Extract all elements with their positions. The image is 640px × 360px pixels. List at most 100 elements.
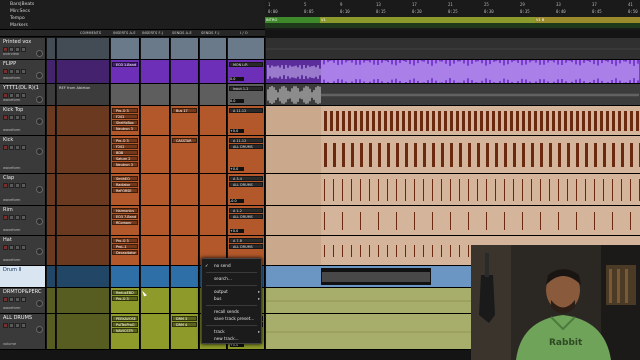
sends-cell[interactable]: Bus 17	[171, 106, 199, 135]
inserts-cell[interactable]: ReduxEBD Pro-Q 3	[111, 288, 140, 313]
inserts-cell[interactable]	[141, 136, 170, 173]
insert-slot[interactable]: EQ3 7-Band	[112, 214, 138, 219]
volume-readout[interactable]: 0.0	[230, 77, 244, 81]
input-monitor-button[interactable]	[9, 115, 14, 120]
mute-button[interactable]	[21, 183, 26, 188]
track-name[interactable]: Drum II	[3, 267, 21, 273]
comments-cell[interactable]	[57, 174, 110, 205]
track-name[interactable]: Printed vox	[3, 39, 31, 45]
send-slot[interactable]: DRM 3	[172, 316, 197, 321]
track-row[interactable]: YTTT1(DL R)(1 waveform REF from Ableton Inp…	[0, 84, 640, 106]
inserts-cell[interactable]	[111, 84, 140, 105]
inserts-cell[interactable]: EQ3 1-Band	[111, 60, 140, 83]
send-slot[interactable]: CASSTAR	[172, 138, 197, 143]
track-name[interactable]: Rim	[3, 207, 13, 213]
inserts-cell[interactable]: PEEKAVOSE PulTecProG NAVICSTR	[111, 314, 140, 349]
track-view-selector[interactable]: waveform	[3, 258, 20, 262]
track-lane[interactable]	[266, 136, 640, 174]
track-lane[interactable]	[266, 174, 640, 206]
input-monitor-button[interactable]	[9, 183, 14, 188]
track-name[interactable]: FLIPP	[3, 61, 16, 67]
solo-button[interactable]	[15, 297, 20, 302]
insert-slot[interactable]: PulTecProG	[112, 322, 138, 327]
insert-slot[interactable]: Neutron 3	[112, 126, 138, 131]
output-selector[interactable]: MON L/R	[229, 62, 263, 67]
record-button[interactable]	[3, 215, 8, 220]
pan-knob-icon[interactable]	[36, 50, 43, 57]
track-row[interactable]: Clap waveform SmthEQ Radiator ReFORSE A 3-4 AL…	[0, 174, 640, 206]
insert-slot[interactable]: ProL-1	[112, 244, 138, 249]
sends-cell[interactable]	[200, 38, 227, 59]
insert-slot[interactable]: NAVICSTR	[112, 328, 138, 333]
inserts-cell[interactable]	[141, 38, 170, 59]
send-slot[interactable]: DRM 4	[172, 322, 197, 327]
inserts-cell[interactable]: SmthEQ Radiator ReFORSE	[111, 174, 140, 205]
mute-button[interactable]	[21, 93, 26, 98]
track-name[interactable]: ALL DRUMS	[3, 315, 32, 321]
track-view-selector[interactable]: volume	[3, 342, 16, 346]
sends-cell[interactable]	[171, 266, 199, 287]
sends-cell[interactable]	[200, 136, 227, 173]
menu-item-track[interactable]: track ▸	[214, 329, 260, 334]
mute-button[interactable]	[21, 215, 26, 220]
track-view-selector[interactable]: waveform	[3, 306, 20, 310]
inserts-cell[interactable]	[141, 106, 170, 135]
record-button[interactable]	[3, 115, 8, 120]
inserts-cell[interactable]: Pro-Q 3 F202 ShelfixBox Neutron 3	[111, 106, 140, 135]
track-view-selector[interactable]: overview	[3, 52, 19, 56]
inserts-cell[interactable]	[111, 38, 140, 59]
comments-cell[interactable]	[57, 314, 110, 349]
track-lane[interactable]	[266, 206, 640, 236]
sends-cell[interactable]	[171, 236, 199, 265]
insert-slot[interactable]: Pro-Q 3	[112, 296, 138, 301]
comments-cell[interactable]	[57, 106, 110, 135]
sends-cell[interactable]	[171, 38, 199, 59]
pan-knob-icon[interactable]	[36, 148, 43, 155]
input-monitor-button[interactable]	[9, 323, 14, 328]
sends-cell[interactable]	[171, 206, 199, 235]
input-monitor-button[interactable]	[9, 69, 14, 74]
inserts-cell[interactable]	[141, 174, 170, 205]
track-view-selector[interactable]: waveform	[3, 198, 20, 202]
solo-button[interactable]	[15, 183, 20, 188]
input-monitor-button[interactable]	[9, 215, 14, 220]
record-button[interactable]	[3, 297, 8, 302]
output-selector[interactable]: A 3-4	[229, 176, 263, 181]
track-view-selector[interactable]: waveform	[3, 166, 20, 170]
inserts-cell[interactable]	[141, 314, 170, 349]
track-name-panel[interactable]: Hat waveform	[0, 236, 46, 265]
track-row[interactable]: Kick waveform Pro-Q 3 F202 BDB Saturn 2 Neutro…	[0, 136, 640, 174]
insert-slot[interactable]: Radiator	[112, 182, 138, 187]
insert-slot[interactable]: Harmonics	[112, 208, 138, 213]
track-name[interactable]: Clap	[3, 175, 14, 181]
pan-knob-icon[interactable]	[36, 72, 43, 79]
volume-readout[interactable]: 0.0	[230, 99, 244, 103]
inserts-cell[interactable]	[141, 60, 170, 83]
track-lane[interactable]	[266, 106, 640, 136]
track-name-panel[interactable]: FLIPP waveform	[0, 60, 46, 83]
insert-slot[interactable]: Neutron 3	[112, 162, 138, 167]
timeline-ruler[interactable]: 1 0:00 5 0:05 9 0:10 13 0:15 17 0:20 21 0:25 25 0:30 2…	[265, 0, 640, 30]
track-row[interactable]: Kick Top waveform Pro-Q 3 F202 ShelfixBox Neu…	[0, 106, 640, 136]
output-selector[interactable]: A 11-12	[229, 108, 263, 113]
record-button[interactable]	[3, 183, 8, 188]
sends-cell[interactable]: DRM 3 DRM 4	[171, 314, 199, 349]
menu-item-new-track[interactable]: new track...	[214, 336, 239, 341]
inserts-cell[interactable]	[141, 236, 170, 265]
insert-slot[interactable]: EQ3 1-Band	[112, 62, 138, 67]
track-name-panel[interactable]: YTTT1(DL R)(1 waveform	[0, 84, 46, 105]
track-name[interactable]: Kick Top	[3, 107, 23, 113]
track-row[interactable]: FLIPP waveform EQ3 1-Band MON L/R 0.0	[0, 59, 640, 85]
output-selector-2[interactable]: ALL DRUMS	[229, 214, 263, 219]
mute-button[interactable]	[21, 47, 26, 52]
comments-cell[interactable]	[57, 288, 110, 313]
solo-button[interactable]	[15, 245, 20, 250]
record-button[interactable]	[3, 323, 8, 328]
track-view-selector[interactable]: waveform	[3, 98, 20, 102]
sends-cell[interactable]	[171, 84, 199, 105]
track-name-panel[interactable]: Kick waveform	[0, 136, 46, 173]
insert-slot[interactable]: Saturn 2	[112, 156, 138, 161]
input-monitor-button[interactable]	[9, 145, 14, 150]
menu-item-save-preset[interactable]: save track preset...	[214, 316, 254, 321]
insert-slot[interactable]: SmthEQ	[112, 176, 138, 181]
